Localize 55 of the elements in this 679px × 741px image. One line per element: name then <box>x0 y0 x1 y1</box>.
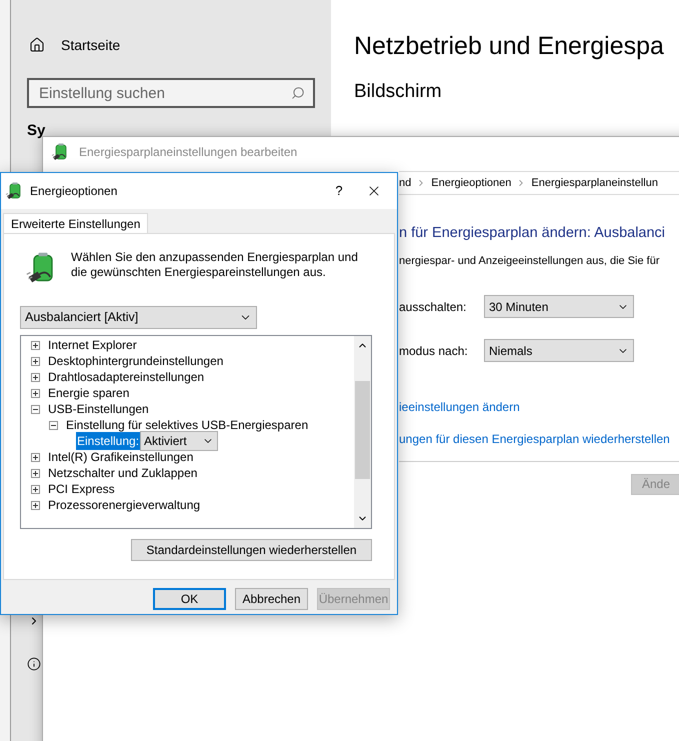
tree-item[interactable]: Energie sparen <box>48 384 130 402</box>
home-icon[interactable] <box>29 37 45 53</box>
breadcrumb-item[interactable]: Energieoptionen <box>431 174 512 192</box>
tree-item[interactable]: USB-Einstellungen <box>48 400 149 418</box>
dialog-button[interactable]: Abbrechen <box>235 588 308 610</box>
page-title: Netzbetrieb und Energiespa <box>354 31 664 62</box>
setting-label[interactable]: Einstellung: <box>76 432 140 450</box>
plus-box-icon[interactable] <box>31 372 40 382</box>
plus-box-icon[interactable] <box>31 388 40 398</box>
dialog-title: Energieoptionen <box>30 183 118 200</box>
setting-label: modus nach: <box>399 342 469 360</box>
tree-item[interactable]: Prozessorenergieverwaltung <box>48 496 200 514</box>
tree-item[interactable]: Intel(R) Grafikeinstellungen <box>48 448 194 466</box>
setting-dropdown[interactable]: Niemals <box>484 339 634 362</box>
plus-box-icon[interactable] <box>31 500 40 510</box>
plus-box-icon[interactable] <box>31 484 40 494</box>
tree-item[interactable]: Drahtlosadaptereinstellungen <box>48 368 204 386</box>
description: nergiespar- und Anzeigeeinstellungen aus, die Sie für <box>399 254 661 269</box>
search-field[interactable]: Einstellung suchen <box>27 78 315 108</box>
dropdown-value: Aktiviert <box>144 433 187 450</box>
section-heading: Bildschirm <box>354 80 443 104</box>
plus-box-icon[interactable] <box>31 468 40 478</box>
page-heading: n für Energiesparplan ändern: Ausbalanci <box>399 224 666 243</box>
tree-item[interactable]: Netzschalter und Zuklappen <box>48 464 198 482</box>
info-icon[interactable] <box>27 657 41 671</box>
restore-defaults-button[interactable]: Standardeinstellungen wiederherstellen <box>131 539 372 561</box>
home-link[interactable]: Startseite <box>61 34 120 56</box>
plus-box-icon[interactable] <box>31 340 40 350</box>
scrollbar[interactable] <box>354 336 371 528</box>
link[interactable]: ungen für diesen Energiesparplan wiederherstellen <box>399 430 679 448</box>
setting-dropdown[interactable]: Aktiviert <box>140 431 218 451</box>
setting-label: ausschalten: <box>399 298 468 316</box>
plan-dropdown[interactable]: Ausbalanciert [Aktiv] <box>20 306 257 329</box>
plus-box-icon[interactable] <box>31 356 40 366</box>
intro-text: Wählen Sie den anzupassenden Energiesparplan und die gewünschten Energiespareinstellungen aus. <box>71 250 359 281</box>
link[interactable]: ieeinstellungen ändern <box>399 398 679 416</box>
tree-item[interactable]: Einstellung für selektives USB-Energiesparen <box>66 416 308 434</box>
tree-item[interactable]: Internet Explorer <box>48 336 137 354</box>
dialog-button[interactable]: OK <box>153 588 226 610</box>
window-title: Energiesparplaneinstellungen bearbeiten <box>79 144 298 161</box>
tree-item[interactable]: Desktophintergrundeinstellungen <box>48 352 224 370</box>
breadcrumb-item[interactable]: nd <box>399 174 412 192</box>
breadcrumb-item[interactable]: Energiesparplaneinstellun <box>531 174 658 192</box>
tab[interactable]: Erweiterte Einstellungen <box>3 213 148 233</box>
minus-box-icon[interactable] <box>31 404 40 414</box>
minus-box-icon[interactable] <box>49 420 58 430</box>
setting-dropdown[interactable]: 30 Minuten <box>484 295 634 318</box>
dropdown-value: Niemals <box>489 342 532 360</box>
help-button[interactable]: ? <box>316 181 362 201</box>
plus-box-icon[interactable] <box>31 452 40 462</box>
dropdown-value: Ausbalanciert [Aktiv] <box>25 309 138 326</box>
dropdown-value: 30 Minuten <box>489 298 548 316</box>
search-icon <box>291 86 305 100</box>
tree-item[interactable]: PCI Express <box>48 480 115 498</box>
sidebar-heading: Sy <box>27 122 46 140</box>
